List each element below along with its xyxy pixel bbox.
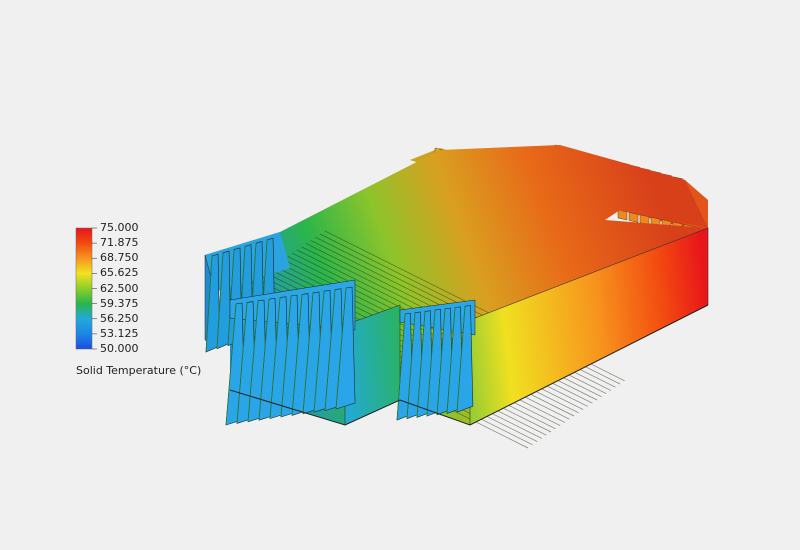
fin-tip [617, 209, 628, 221]
legend-tick-marks [92, 227, 97, 350]
fin-tip [628, 212, 639, 223]
legend-tick-label: 71.875 [100, 236, 139, 250]
legend-color-bar [75, 227, 93, 350]
legend-tick-label: 53.125 [100, 326, 139, 340]
legend-tick-label: 75.000 [100, 221, 139, 234]
front-left-fin-block [225, 279, 356, 426]
legend-tick-label: 65.625 [100, 266, 139, 280]
legend-tick-label: 59.375 [100, 296, 139, 310]
front-right-fin-block [396, 299, 476, 421]
legend-tick-label: 50.000 [100, 342, 139, 355]
legend-tick-label: 62.500 [100, 281, 139, 295]
legend-tick-label: 68.750 [100, 251, 139, 265]
legend-tick-label: 56.250 [100, 311, 139, 325]
legend-title: Solid Temperature (°C) [76, 364, 202, 377]
